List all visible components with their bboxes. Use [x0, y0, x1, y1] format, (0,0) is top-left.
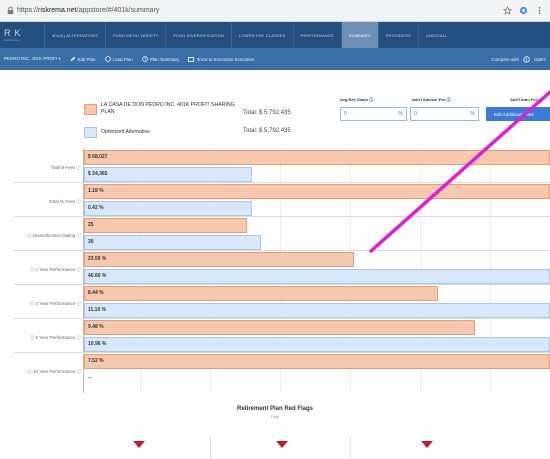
screen: https://riskrema.net/appstore/#/401k/sum… [0, 0, 550, 459]
divider [210, 436, 211, 459]
annotation-arrow-line [369, 90, 550, 253]
red-flag-triangle-icon[interactable] [276, 441, 288, 448]
red-flag-triangle-icon[interactable] [133, 441, 145, 448]
red-flag-triangle-icon[interactable] [421, 441, 433, 448]
red-flags-subtitle: Flags [270, 415, 280, 419]
red-flags-title: Retirement Plan Red Flags [236, 406, 314, 412]
divider [350, 436, 351, 459]
